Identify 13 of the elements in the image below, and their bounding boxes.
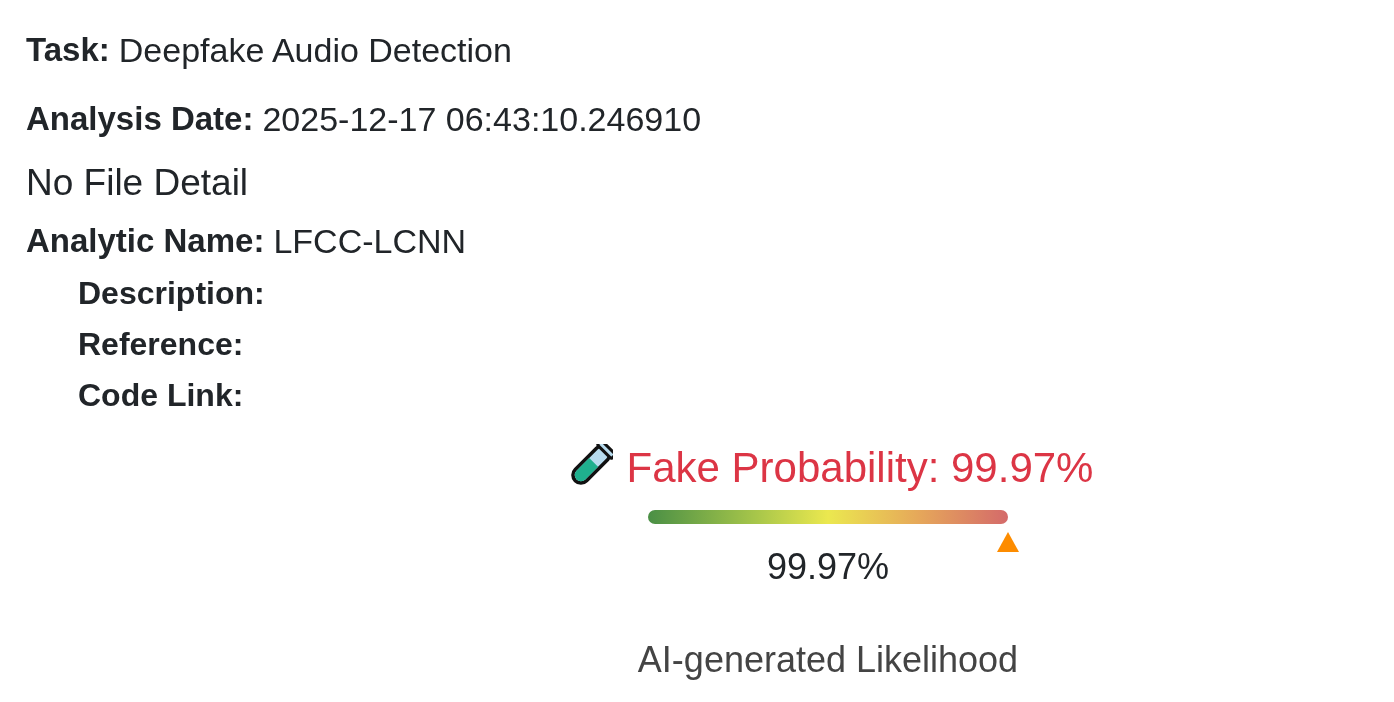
probability-title: Fake Probability: 99.97% — [626, 444, 1094, 492]
field-value: Deepfake Audio Detection — [118, 30, 512, 70]
probability-reading: 99.97% — [766, 545, 890, 589]
detail-label: Description: — [78, 274, 265, 313]
detail-label: Code Link: — [78, 376, 244, 415]
field-label: Analytic Name: — [26, 221, 265, 261]
likelihood-caption: AI-generated Likelihood — [637, 640, 1019, 680]
field-value: 2025-12-17 06:43:10.246910 — [262, 99, 702, 139]
detail-label: Reference: — [78, 325, 244, 364]
field-label: Task: — [26, 30, 110, 70]
field-label: Analysis Date: — [26, 99, 254, 139]
file-detail-heading: No File Detail — [26, 161, 249, 205]
field-value: LFCC-LCNN — [273, 221, 467, 261]
